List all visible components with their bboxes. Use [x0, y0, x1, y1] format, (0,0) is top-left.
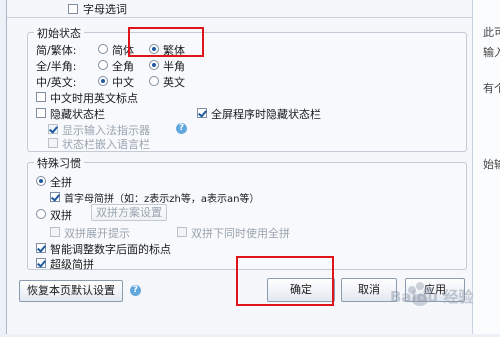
chinese-en-punct-label: 中文时用英文标点: [50, 92, 138, 105]
simplified-radio[interactable]: [98, 44, 108, 54]
super-abbrev-checkbox[interactable]: [36, 258, 46, 268]
english-radio[interactable]: [149, 76, 159, 86]
initial-state-title: 初始状态: [34, 25, 84, 41]
initial-abbrev-label: 首字母简拼（如：z表示zh等，a表示an等）: [64, 194, 260, 205]
special-habits-title: 特殊习惯: [34, 155, 84, 171]
chinese-radio[interactable]: [98, 76, 108, 86]
width-label: 全/半角:: [36, 60, 77, 73]
right-fragment-3: 有个: [483, 82, 500, 95]
trad-simp-label: 简/繁体:: [36, 44, 77, 57]
english-label: 英文: [163, 76, 185, 89]
baidu-jingyan-watermark: Baidu 经验: [386, 272, 500, 334]
watermark-text: Baidu 经验: [390, 288, 474, 306]
letter-select-checkbox[interactable]: [68, 4, 78, 14]
highlight-box-ok: [236, 256, 334, 306]
right-fragment-1: 此可: [483, 26, 500, 39]
hide-status-checkbox[interactable]: [36, 108, 46, 118]
smart-punct-checkbox[interactable]: [36, 243, 46, 253]
double-also-full-label: 双拼下同时使用全拼: [191, 227, 290, 240]
chinese-label: 中文: [112, 76, 134, 89]
show-indicator-checkbox[interactable]: [48, 124, 58, 134]
special-habits-group: 特殊习惯 全拼 首字母简拼（如：z表示zh等，a表示an等） 双拼 双拼方案设置…: [27, 155, 467, 271]
double-pinyin-label: 双拼: [50, 209, 72, 222]
initial-abbrev-checkbox[interactable]: [50, 192, 60, 202]
fullscreen-hide-checkbox[interactable]: [197, 108, 207, 118]
right-fragment-2: 输入: [483, 46, 500, 59]
embed-lang-bar-label: 状态栏嵌入语言栏: [62, 138, 150, 151]
chinese-en-punct-checkbox[interactable]: [36, 92, 46, 102]
right-fragment-4: 始输: [483, 158, 500, 171]
double-pinyin-radio[interactable]: [36, 209, 46, 219]
full-pinyin-radio[interactable]: [36, 176, 46, 186]
full-pinyin-label: 全拼: [50, 176, 72, 189]
double-also-full-checkbox[interactable]: [177, 227, 187, 237]
restore-defaults-button[interactable]: 恢复本页默认设置: [19, 280, 123, 302]
full-width-label: 全角: [112, 60, 134, 73]
double-expand-hint-label: 双拼展开提示: [64, 227, 130, 240]
fullscreen-hide-label: 全屏程序时隐藏状态栏: [211, 108, 321, 121]
double-expand-hint-checkbox[interactable]: [50, 227, 60, 237]
lang-label: 中/英文:: [36, 76, 77, 89]
letter-select-label: 字母选词: [83, 3, 127, 16]
embed-lang-bar-checkbox[interactable]: [48, 138, 58, 148]
half-width-radio[interactable]: [149, 60, 159, 70]
double-scheme-button[interactable]: 双拼方案设置: [91, 204, 167, 221]
initial-state-group: 初始状态 简/繁体: 简体 繁体 全/半角: 全角 半角 中/英文: 中文 英文…: [27, 25, 467, 152]
restore-help-icon[interactable]: ?: [130, 285, 141, 296]
highlight-box-traditional: [128, 27, 204, 57]
half-width-label: 半角: [163, 60, 185, 73]
hide-status-label: 隐藏状态栏: [50, 108, 105, 121]
help-icon[interactable]: ?: [176, 123, 187, 134]
super-abbrev-label: 超级简拼: [50, 258, 94, 271]
top-divider: [7, 17, 473, 18]
smart-punct-label: 智能调整数字后面的标点: [50, 243, 171, 256]
full-width-radio[interactable]: [98, 60, 108, 70]
